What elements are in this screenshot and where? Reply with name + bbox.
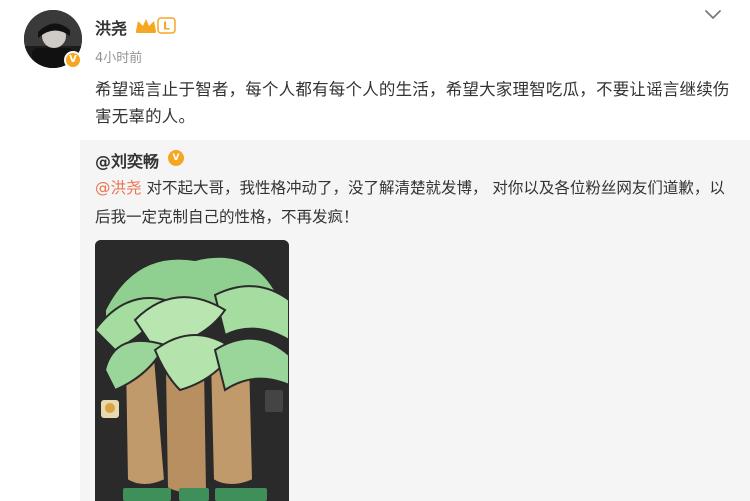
mention-link[interactable]: @洪尧 — [95, 179, 142, 197]
repost-verified-badge-icon: V — [168, 150, 184, 166]
vip-crown-icon[interactable]: L — [134, 16, 176, 34]
chevron-down-icon[interactable] — [703, 7, 723, 23]
repost-image[interactable] — [95, 240, 289, 501]
post-text: 希望谣言止于智者，每个人都有每个人的生活，希望大家理智吃瓜，不要让谣言继续伤害无… — [95, 80, 730, 126]
weibo-post: V 洪尧 L 4小时前 希望谣言止于智者，每个人都有每个人的生活，希望大家理智吃… — [0, 0, 750, 501]
repost-text-body: 对不起大哥，我性格冲动了，没了解清楚就发博， 对你以及各位粉丝网友们道歉，以后我… — [95, 179, 725, 226]
post-timestamp[interactable]: 4小时前 — [95, 47, 142, 66]
verified-badge-icon: V — [64, 51, 82, 69]
repost-author[interactable]: @刘奕畅 — [95, 148, 159, 172]
repost-card[interactable]: @刘奕畅 V @洪尧 对不起大哥，我性格冲动了，没了解清楚就发博， 对你以及各位… — [80, 140, 750, 501]
vip-level: L — [163, 20, 170, 33]
repost-text: @洪尧 对不起大哥，我性格冲动了，没了解清楚就发博， 对你以及各位粉丝网友们道歉… — [95, 174, 735, 232]
author-name[interactable]: 洪尧 — [95, 15, 127, 39]
palm-tree-illustration — [95, 240, 289, 501]
